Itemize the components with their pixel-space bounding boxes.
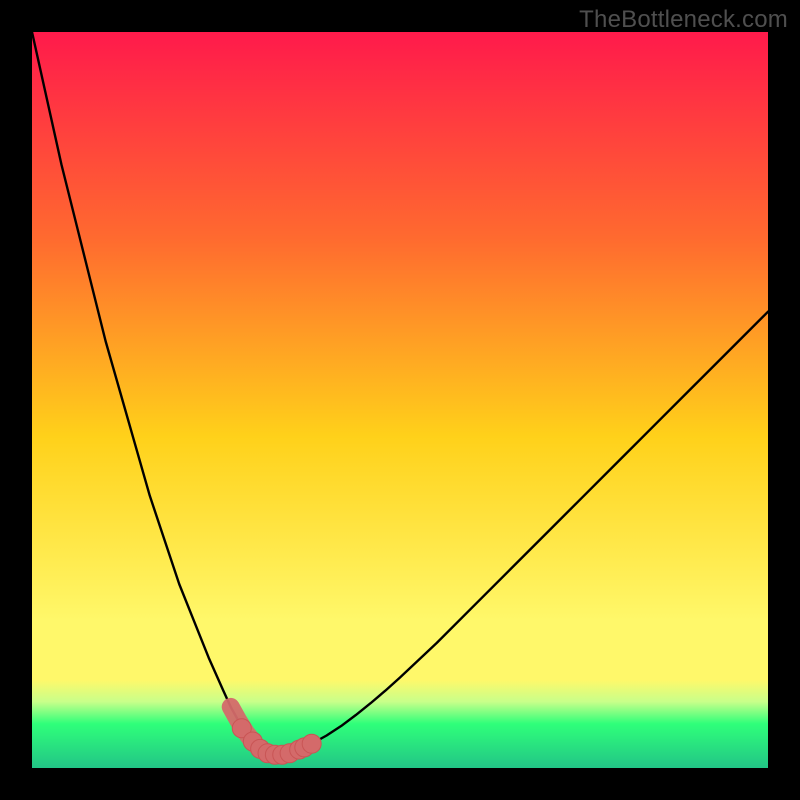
marker-dot: [302, 734, 321, 753]
plot-area: [32, 32, 768, 768]
chart-frame: TheBottleneck.com: [0, 0, 800, 800]
chart-svg: [32, 32, 768, 768]
watermark-text: TheBottleneck.com: [579, 6, 788, 34]
gradient-bg: [32, 32, 768, 768]
